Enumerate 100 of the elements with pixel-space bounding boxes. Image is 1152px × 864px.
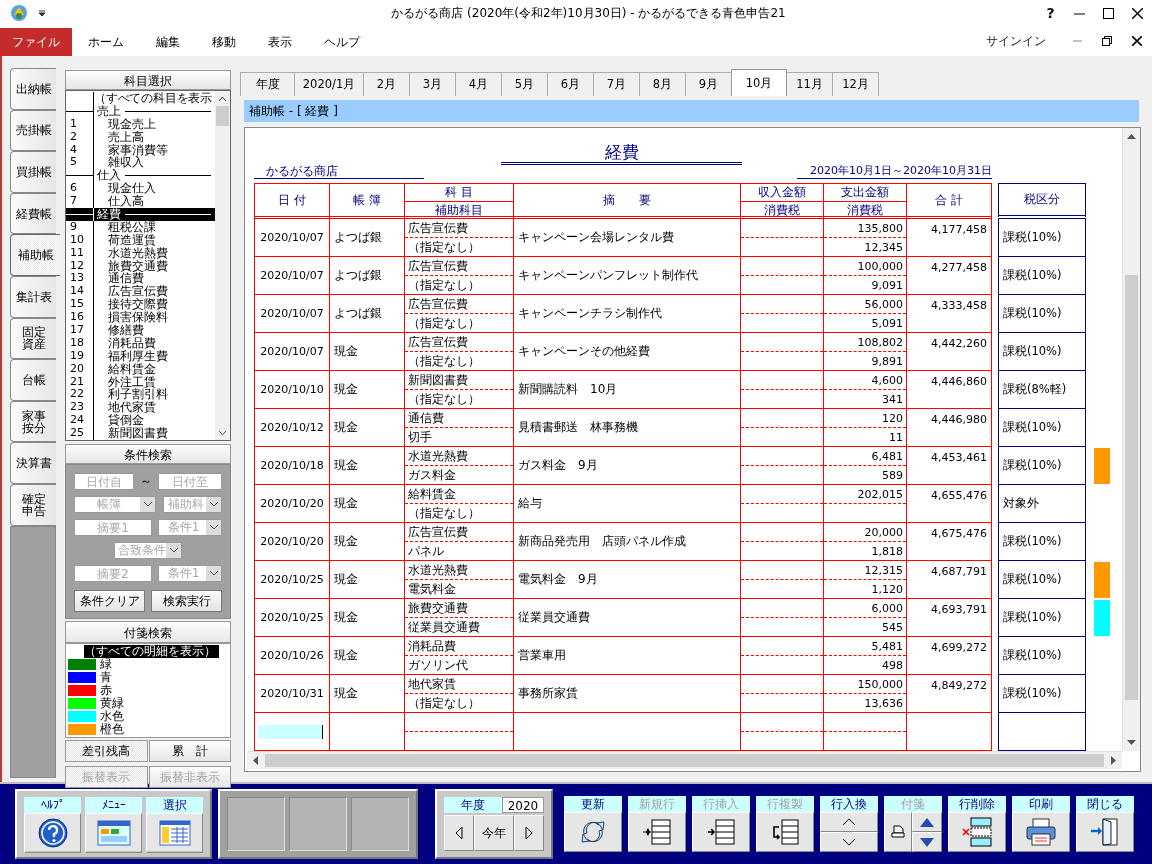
input-field[interactable] xyxy=(258,724,323,739)
close-button[interactable]: 閉じる xyxy=(1076,796,1134,852)
list-item[interactable]: 経費 xyxy=(66,208,215,221)
side-tab[interactable]: 集計表 xyxy=(10,275,56,318)
table-cell: 2020/10/07 xyxy=(254,295,330,333)
month-tab[interactable]: 年度 xyxy=(240,72,295,96)
list-item[interactable]: 9 租税公課 xyxy=(66,220,215,234)
list-item[interactable]: 25 新聞図書費 xyxy=(66,427,215,441)
side-tab[interactable]: 売掛帳 xyxy=(10,109,56,152)
list-item[interactable]: 黄緑 xyxy=(68,697,228,711)
list-item[interactable]: 19 福利厚生費 xyxy=(66,349,215,363)
move-down-button[interactable] xyxy=(820,832,878,852)
delete-button[interactable]: 行削除 xyxy=(948,796,1006,852)
list-item[interactable]: 水色 xyxy=(68,710,228,724)
help-button[interactable]: ﾍﾙﾌﾟ xyxy=(24,797,81,851)
list-item[interactable]: 緑 xyxy=(68,658,228,672)
stamp-icon xyxy=(891,825,905,839)
table-cell: 営業車用 xyxy=(514,637,741,675)
list-item[interactable]: （すべての科目を表示 xyxy=(66,92,215,105)
list-item[interactable]: 15 接待交際費 xyxy=(66,298,215,312)
list-item[interactable]: 17 修繕費 xyxy=(66,324,215,337)
dropdown-arrow-icon[interactable] xyxy=(38,9,46,17)
triangle-right-icon xyxy=(525,826,533,840)
table-cell: 2020/10/12 xyxy=(254,409,330,447)
list-item[interactable]: 12 旅費交通費 xyxy=(66,259,215,273)
list-item[interactable]: 青 xyxy=(68,671,228,685)
tag-button[interactable] xyxy=(884,812,912,852)
side-tab[interactable]: 経費帳 xyxy=(10,192,56,235)
list-item[interactable]: 11 水道光熱費 xyxy=(66,246,215,260)
menu-item[interactable]: 編集 xyxy=(140,28,196,56)
list-item[interactable]: 6 現金仕入 xyxy=(66,182,215,196)
list-item[interactable]: 16 損害保険料 xyxy=(66,311,215,325)
panel-header: 条件検索 xyxy=(65,444,231,465)
list-item[interactable]: 14 広告宣伝費 xyxy=(66,285,215,299)
signin-link[interactable]: サインイン xyxy=(986,26,1046,56)
table-cell: 120 xyxy=(824,409,906,428)
side-tab[interactable]: 確定申告 xyxy=(10,483,56,526)
refresh-button[interactable]: 更新 xyxy=(564,796,622,852)
empty-slot xyxy=(289,797,347,851)
chevron-down-icon xyxy=(842,838,856,846)
list-item[interactable]: 24 貸倒金 xyxy=(66,414,215,428)
move-up-button[interactable] xyxy=(820,812,878,832)
scroll-right-icon xyxy=(1111,756,1116,765)
month-tab[interactable]: 12月 xyxy=(832,72,879,96)
select-button[interactable]: 選択 xyxy=(146,797,203,851)
side-tab[interactable]: 家事按分 xyxy=(10,400,56,443)
tag-up-button[interactable] xyxy=(912,812,942,832)
list-item[interactable]: 4 家事消費等 xyxy=(66,143,215,157)
month-tab[interactable]: 10月 xyxy=(731,69,787,96)
clear-button[interactable]: 条件クリア xyxy=(74,590,145,613)
help-button[interactable]: ? xyxy=(1036,0,1065,26)
side-tab[interactable]: 台帳 xyxy=(10,359,56,401)
table-cell-text: 589 xyxy=(881,467,904,484)
chevron-down-icon xyxy=(169,548,178,554)
list-item[interactable]: 13 通信費 xyxy=(66,272,215,286)
list-item[interactable]: 2 売上高 xyxy=(66,130,215,144)
table-cell: 2020/10/25 xyxy=(254,561,330,599)
window-icon xyxy=(96,820,131,846)
minimize-icon xyxy=(1072,40,1082,42)
list-item[interactable]: 1 現金売上 xyxy=(66,117,215,131)
table-cell-text: ガソリン代 xyxy=(407,656,469,674)
table-cell: 4,277,458 xyxy=(907,257,992,295)
table-cell: 2020/10/31 xyxy=(254,675,330,713)
menu-button[interactable]: ﾒﾆｭｰ xyxy=(85,797,142,851)
this-year-button[interactable]: 今年 xyxy=(474,815,514,851)
side-tab[interactable]: 決算書 xyxy=(10,442,56,484)
side-tab[interactable]: 出納帳 xyxy=(10,68,56,110)
list-item[interactable]: 赤 xyxy=(68,684,228,698)
tab[interactable]: 差引残高 xyxy=(65,740,148,763)
side-tab[interactable]: 補助帳 xyxy=(10,234,60,276)
list-item[interactable]: 23 地代家賃 xyxy=(66,401,215,415)
table-cell: 水道光熱費 xyxy=(405,561,513,580)
tab[interactable]: 累 計 xyxy=(148,740,231,763)
list-item[interactable]: 22 利子割引料 xyxy=(66,388,215,402)
help-icon xyxy=(37,818,68,848)
next-button[interactable] xyxy=(514,815,544,851)
menu-item[interactable]: 移動 xyxy=(196,28,252,56)
list-item[interactable]: 21 外注工賃 xyxy=(66,375,215,389)
previous-button[interactable] xyxy=(444,815,474,851)
print-button[interactable]: 印刷 xyxy=(1012,796,1070,852)
list-item[interactable]: 橙色 xyxy=(68,723,228,737)
table-cell: 4,442,260 xyxy=(907,333,992,371)
triangle-up-icon xyxy=(920,817,934,827)
table-cell: 現金 xyxy=(330,371,405,409)
column-header: 税区分 xyxy=(998,183,1086,219)
side-tab[interactable]: 買掛帳 xyxy=(10,151,56,193)
search-button[interactable]: 検索実行 xyxy=(151,590,222,613)
list-item[interactable]: 20 給料賃金 xyxy=(66,362,215,376)
menu-item[interactable]: ファイル xyxy=(0,28,72,56)
toolbar-label: 行入換 xyxy=(820,796,878,812)
table-cell: 広告宣伝費 xyxy=(405,219,513,238)
list-item[interactable]: 18 消耗品費 xyxy=(66,336,215,350)
list-item[interactable]: 10 荷造運賃 xyxy=(66,233,215,247)
tag-down-button[interactable] xyxy=(912,832,942,852)
side-tab[interactable]: 固定資産 xyxy=(10,317,56,360)
menu-item[interactable]: 表示 xyxy=(252,28,308,56)
menu-item[interactable]: ヘルプ xyxy=(308,28,376,56)
table-cell: 現金 xyxy=(330,409,405,447)
menu-item[interactable]: ホーム xyxy=(72,28,140,56)
table-cell: 課税(10%) xyxy=(998,409,1086,447)
